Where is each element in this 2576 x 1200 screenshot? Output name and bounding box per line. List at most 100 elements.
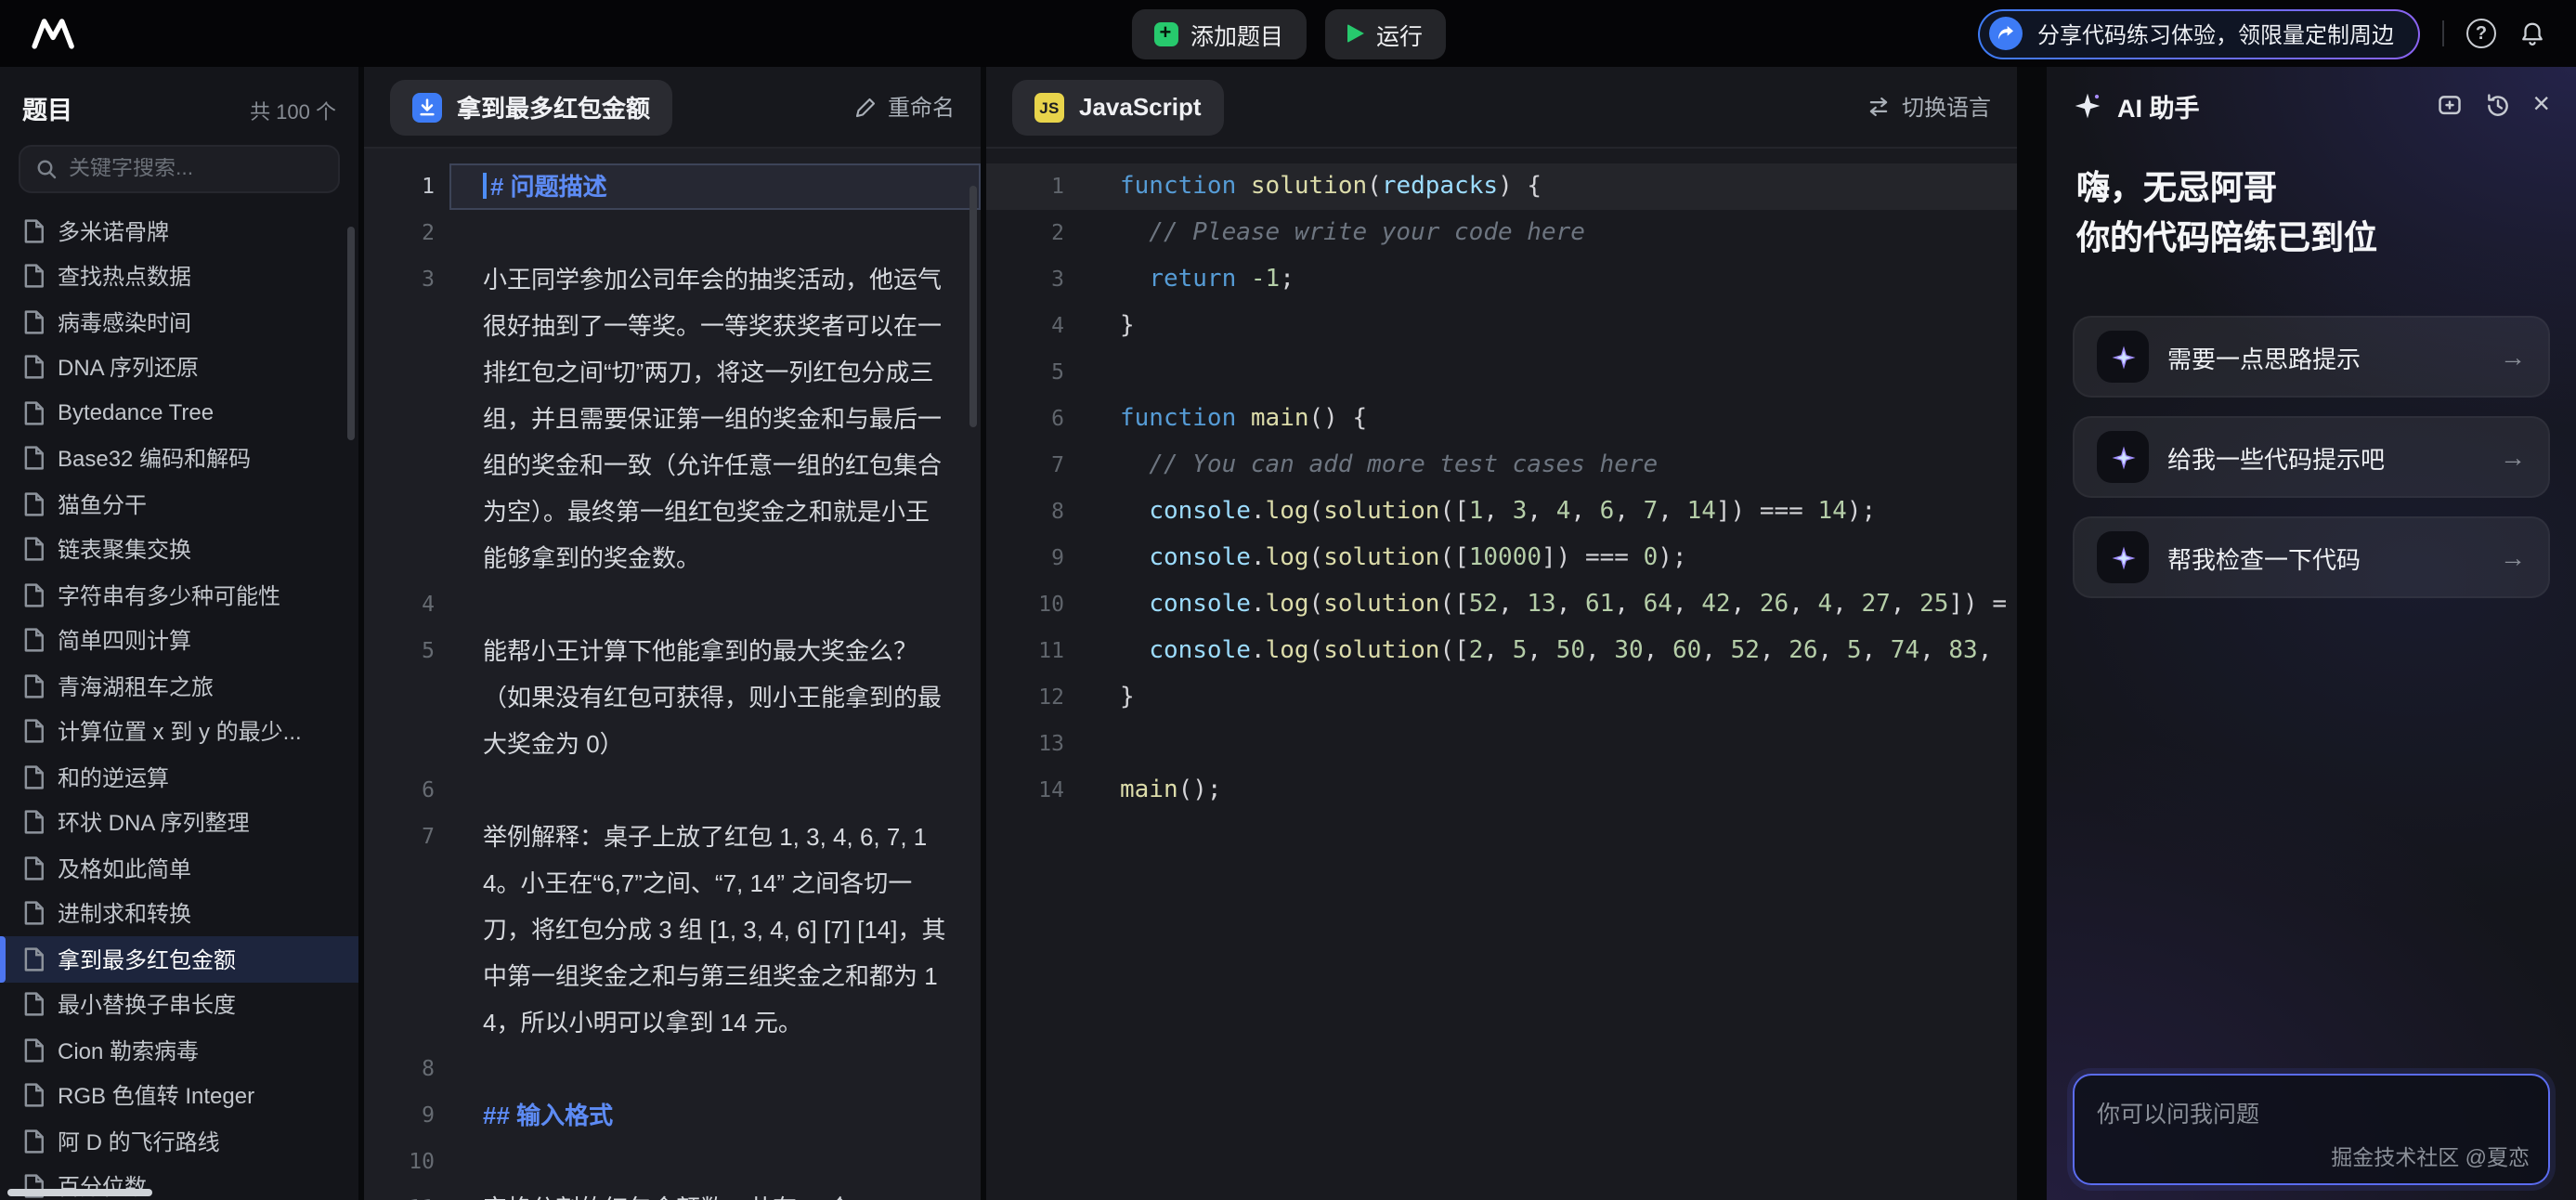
ai-greeting: 嗨，无忌阿哥 你的代码陪练已到位 xyxy=(2047,145,2576,264)
code-line[interactable]: 11 console.log(solution([2, 5, 50, 30, 6… xyxy=(986,628,2017,674)
problem-line-text: 小王同学参加公司年会的抽奖活动，他运气很好抽到了一等奖。一等奖获奖者可以在一排红… xyxy=(449,256,981,581)
sparkle-icon xyxy=(2097,331,2149,383)
run-button[interactable]: 运行 xyxy=(1324,8,1445,59)
code-line[interactable]: 13 xyxy=(986,721,2017,767)
document-icon xyxy=(22,583,45,607)
ai-panel-header: AI 助手 × xyxy=(2047,67,2576,145)
problem-line[interactable]: 5能帮小王计算下他能拿到的最大奖金么？（如果没有红包可获得，则小王能拿到的最大奖… xyxy=(364,628,981,767)
problem-line[interactable]: 2 xyxy=(364,210,981,256)
code-line[interactable]: 6function main() { xyxy=(986,396,2017,442)
sidebar-item[interactable]: 多米诺骨牌 xyxy=(0,208,358,254)
switch-language-button[interactable]: 切换语言 xyxy=(1867,91,1991,123)
code-line[interactable]: 5 xyxy=(986,349,2017,396)
code-line[interactable]: 10 console.log(solution([52, 13, 61, 64,… xyxy=(986,581,2017,628)
line-number: 10 xyxy=(364,1139,449,1185)
sidebar-item[interactable]: 拿到最多红包金额 xyxy=(0,936,358,982)
sidebar-item[interactable]: 简单四则计算 xyxy=(0,618,358,663)
problem-line[interactable]: 9## 输入格式 xyxy=(364,1092,981,1139)
problem-count: 共 100 个 xyxy=(250,97,336,126)
code-line[interactable]: 4} xyxy=(986,303,2017,349)
sparkle-icon xyxy=(2097,431,2149,483)
sidebar-item[interactable]: 环状 DNA 序列整理 xyxy=(0,800,358,845)
bell-icon[interactable] xyxy=(2518,20,2546,47)
line-number: 13 xyxy=(986,721,1072,767)
code-line[interactable]: 1function solution(redpacks) { xyxy=(986,163,2017,210)
sidebar-scrollbar[interactable] xyxy=(347,227,355,440)
suggestion-card[interactable]: 给我一些代码提示吧→ xyxy=(2073,416,2550,498)
sidebar-item[interactable]: DNA 序列还原 xyxy=(0,345,358,390)
sidebar-item[interactable]: Bytedance Tree xyxy=(0,390,358,436)
search-input[interactable] xyxy=(69,158,323,180)
problem-scrollbar[interactable] xyxy=(969,186,977,427)
code-line[interactable]: 14main(); xyxy=(986,767,2017,814)
ai-question-input[interactable] xyxy=(2075,1076,2548,1183)
problem-line[interactable]: 4 xyxy=(364,581,981,628)
suggestion-card[interactable]: 需要一点思路提示→ xyxy=(2073,316,2550,398)
sparkle-icon xyxy=(2097,531,2149,583)
app-logo[interactable] xyxy=(30,17,78,50)
sidebar-item[interactable]: 病毒感染时间 xyxy=(0,299,358,345)
sidebar-item[interactable]: RGB 色值转 Integer xyxy=(0,1073,358,1118)
sidebar-item-label: 计算位置 x 到 y 的最少... xyxy=(58,716,302,748)
code-line[interactable]: 9 console.log(solution([10000]) === 0); xyxy=(986,535,2017,581)
code-line[interactable]: 12} xyxy=(986,674,2017,721)
add-problem-label: 添加题目 xyxy=(1190,16,1283,51)
sidebar-item-label: 最小替换子串长度 xyxy=(58,989,236,1021)
sidebar-item[interactable]: 及格如此简单 xyxy=(0,845,358,891)
problem-line[interactable]: 3小王同学参加公司年会的抽奖活动，他运气很好抽到了一等奖。一等奖获奖者可以在一排… xyxy=(364,256,981,581)
sidebar-item[interactable]: 查找热点数据 xyxy=(0,254,358,299)
sidebar-item[interactable]: 最小替换子串长度 xyxy=(0,982,358,1027)
sidebar-item-label: 阿 D 的飞行路线 xyxy=(58,1126,220,1157)
sidebar-item[interactable]: Cion 勒索病毒 xyxy=(0,1027,358,1073)
document-icon xyxy=(22,401,45,425)
help-icon[interactable]: ? xyxy=(2466,19,2496,48)
ai-input-box[interactable]: 掘金技术社区 @夏恋 xyxy=(2073,1074,2550,1185)
code-line[interactable]: 8 console.log(solution([1, 3, 4, 6, 7, 1… xyxy=(986,489,2017,535)
switch-language-label: 切换语言 xyxy=(1902,91,1991,123)
sidebar-item[interactable]: 阿 D 的飞行路线 xyxy=(0,1118,358,1164)
problem-line-text: ## 输入格式 xyxy=(449,1092,981,1139)
problem-badge-icon xyxy=(412,92,442,122)
pencil-icon xyxy=(854,96,877,118)
new-chat-icon[interactable] xyxy=(2436,93,2462,119)
problem-title-tab[interactable]: 拿到最多红包金额 xyxy=(390,79,672,135)
share-banner[interactable]: 分享代码练习体验，领限量定制周边 xyxy=(1978,8,2420,59)
suggestion-list: 需要一点思路提示→ 给我一些代码提示吧→ 帮我检查一下代码→ xyxy=(2047,316,2576,598)
sidebar-item[interactable]: 计算位置 x 到 y 的最少... xyxy=(0,709,358,754)
line-number: 7 xyxy=(364,814,449,1046)
sidebar: 题目 共 100 个 多米诺骨牌查找热点数据病毒感染时间DNA 序列还原Byte… xyxy=(0,67,358,1200)
code-line[interactable]: 2 // Please write your code here xyxy=(986,210,2017,256)
sidebar-horizontal-scrollbar[interactable] xyxy=(7,1189,152,1196)
document-icon xyxy=(22,310,45,334)
logo-m-icon xyxy=(30,17,78,50)
sidebar-item[interactable]: 字符串有多少种可能性 xyxy=(0,572,358,618)
code-line[interactable]: 3 return -1; xyxy=(986,256,2017,303)
sidebar-item[interactable]: 链表聚集交换 xyxy=(0,527,358,572)
sidebar-item[interactable]: 和的逆运算 xyxy=(0,754,358,800)
problem-line[interactable]: 11空格分割的红包金额数，共有 N 个 xyxy=(364,1185,981,1200)
code-line[interactable]: 7 // You can add more test cases here xyxy=(986,442,2017,489)
problem-line[interactable]: 7举例解释：桌子上放了红包 1, 3, 4, 6, 7, 14。小王在“6,7”… xyxy=(364,814,981,1046)
sidebar-item[interactable]: Base32 编码和解码 xyxy=(0,436,358,481)
problem-line[interactable]: 1# 问题描述 xyxy=(364,163,981,210)
sidebar-header: 题目 共 100 个 xyxy=(0,67,358,137)
add-problem-button[interactable]: + 添加题目 xyxy=(1131,8,1306,59)
code-line-text xyxy=(1072,349,2017,396)
close-icon[interactable]: × xyxy=(2532,91,2550,121)
sidebar-item[interactable]: 猫鱼分干 xyxy=(0,481,358,527)
history-icon[interactable] xyxy=(2484,93,2510,119)
document-icon xyxy=(22,765,45,789)
search-box[interactable] xyxy=(19,145,340,193)
line-number: 8 xyxy=(364,1046,449,1092)
problem-line[interactable]: 8 xyxy=(364,1046,981,1092)
problem-line[interactable]: 10 xyxy=(364,1139,981,1185)
sidebar-item[interactable]: 青海湖租车之旅 xyxy=(0,663,358,709)
share-icon xyxy=(1989,17,2023,50)
problem-line[interactable]: 6 xyxy=(364,767,981,814)
sidebar-item-label: 进制求和转换 xyxy=(58,898,191,930)
sidebar-item-label: 及格如此简单 xyxy=(58,853,191,884)
language-tab[interactable]: JS JavaScript xyxy=(1012,79,1224,135)
sidebar-item[interactable]: 进制求和转换 xyxy=(0,891,358,936)
suggestion-card[interactable]: 帮我检查一下代码→ xyxy=(2073,516,2550,598)
rename-button[interactable]: 重命名 xyxy=(854,91,955,123)
